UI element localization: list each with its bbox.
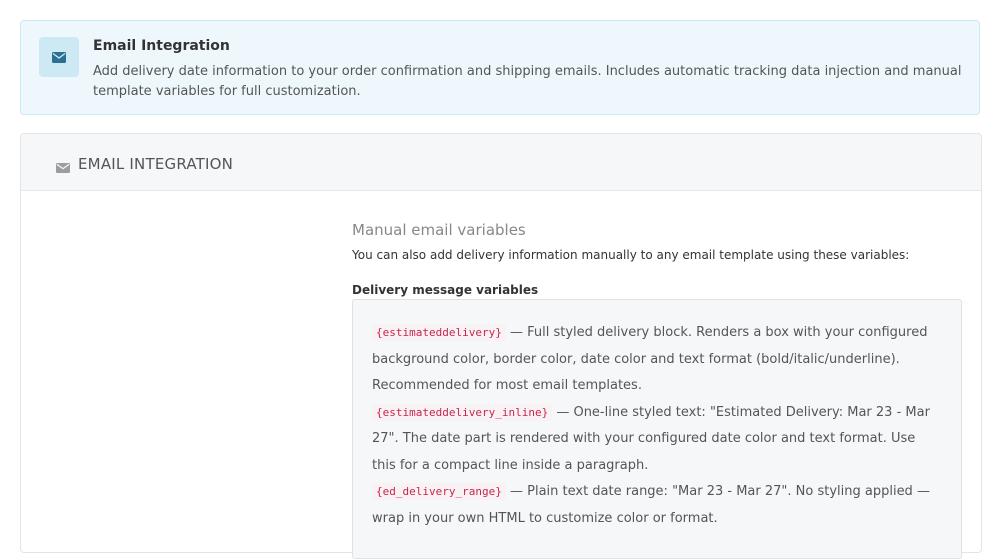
envelope-icon [39, 37, 79, 77]
variable-item: {ed_delivery_range} — Plain text date ra… [372, 479, 942, 532]
email-integration-panel: EMAIL INTEGRATION Manual email variables… [20, 133, 982, 559]
variable-item: {estimateddelivery_inline} — One-line st… [372, 400, 942, 480]
variables-box: {estimateddelivery} — Full styled delive… [352, 299, 962, 559]
info-description: Add delivery date information to your or… [93, 64, 962, 99]
section-subtitle: You can also add delivery information ma… [352, 248, 910, 262]
section-title: Manual email variables [352, 221, 526, 239]
variable-code: {ed_delivery_range} [372, 483, 506, 500]
info-title: Email Integration [93, 38, 230, 54]
info-banner: Email Integration Add delivery date info… [20, 20, 980, 115]
variable-item: {estimateddelivery} — Full styled delive… [372, 320, 942, 400]
envelope-icon [56, 158, 70, 177]
panel-header: EMAIL INTEGRATION [21, 134, 981, 191]
variables-label: Delivery message variables [352, 283, 539, 297]
variable-code: {estimateddelivery} [372, 324, 506, 341]
panel-title: EMAIL INTEGRATION [78, 155, 234, 173]
variable-code: {estimateddelivery_inline} [372, 403, 553, 421]
